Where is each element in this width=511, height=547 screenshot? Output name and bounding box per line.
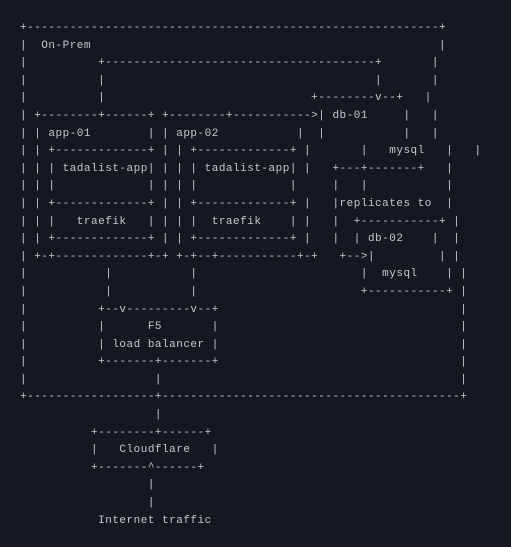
line-17: | | F5 | | (20, 321, 467, 333)
line-8: | | | tadalist-app| | | | tadalist-app| … (20, 163, 453, 175)
line-19: | +-------+-------+ | (20, 356, 467, 368)
line-7: | | +-------------+ | | +-------------+ … (20, 145, 482, 157)
line-21: +------------------+--------------------… (20, 391, 467, 403)
line-28: Internet traffic (20, 515, 212, 527)
line-5: | +--------+------+ +--------+----------… (20, 110, 439, 122)
line-1: | On-Prem | (20, 40, 446, 52)
line-4: | | +--------v--+ | (20, 92, 432, 104)
line-16: | +--v---------v--+ | (20, 304, 467, 316)
line-3: | | | | (20, 75, 439, 87)
line-9: | | | | | | | | | | | (20, 180, 453, 192)
line-24: | Cloudflare | (20, 444, 219, 456)
architecture-diagram: +---------------------------------------… (20, 20, 491, 530)
line-25: +-------^------+ (20, 462, 205, 474)
line-27: | (20, 497, 155, 509)
line-18: | | load balancer | | (20, 339, 467, 351)
line-13: | +-+-------------+-+ +-+--+-----------+… (20, 251, 460, 263)
line-20: | | | (20, 374, 467, 386)
line-14: | | | | mysql | | (20, 268, 467, 280)
line-10: | | +-------------+ | | +-------------+ … (20, 198, 453, 210)
line-0: +---------------------------------------… (20, 22, 446, 34)
line-2: | +-------------------------------------… (20, 57, 439, 69)
line-26: | (20, 479, 155, 491)
line-6: | | app-01 | | app-02 | | | | (20, 128, 439, 140)
line-23: +--------+------+ (20, 427, 212, 439)
line-12: | | +-------------+ | | +-------------+ … (20, 233, 460, 245)
line-22: | (20, 409, 162, 421)
line-11: | | | traefik | | | | traefik | | | +---… (20, 216, 460, 228)
line-15: | | | +-----------+ | (20, 286, 467, 298)
